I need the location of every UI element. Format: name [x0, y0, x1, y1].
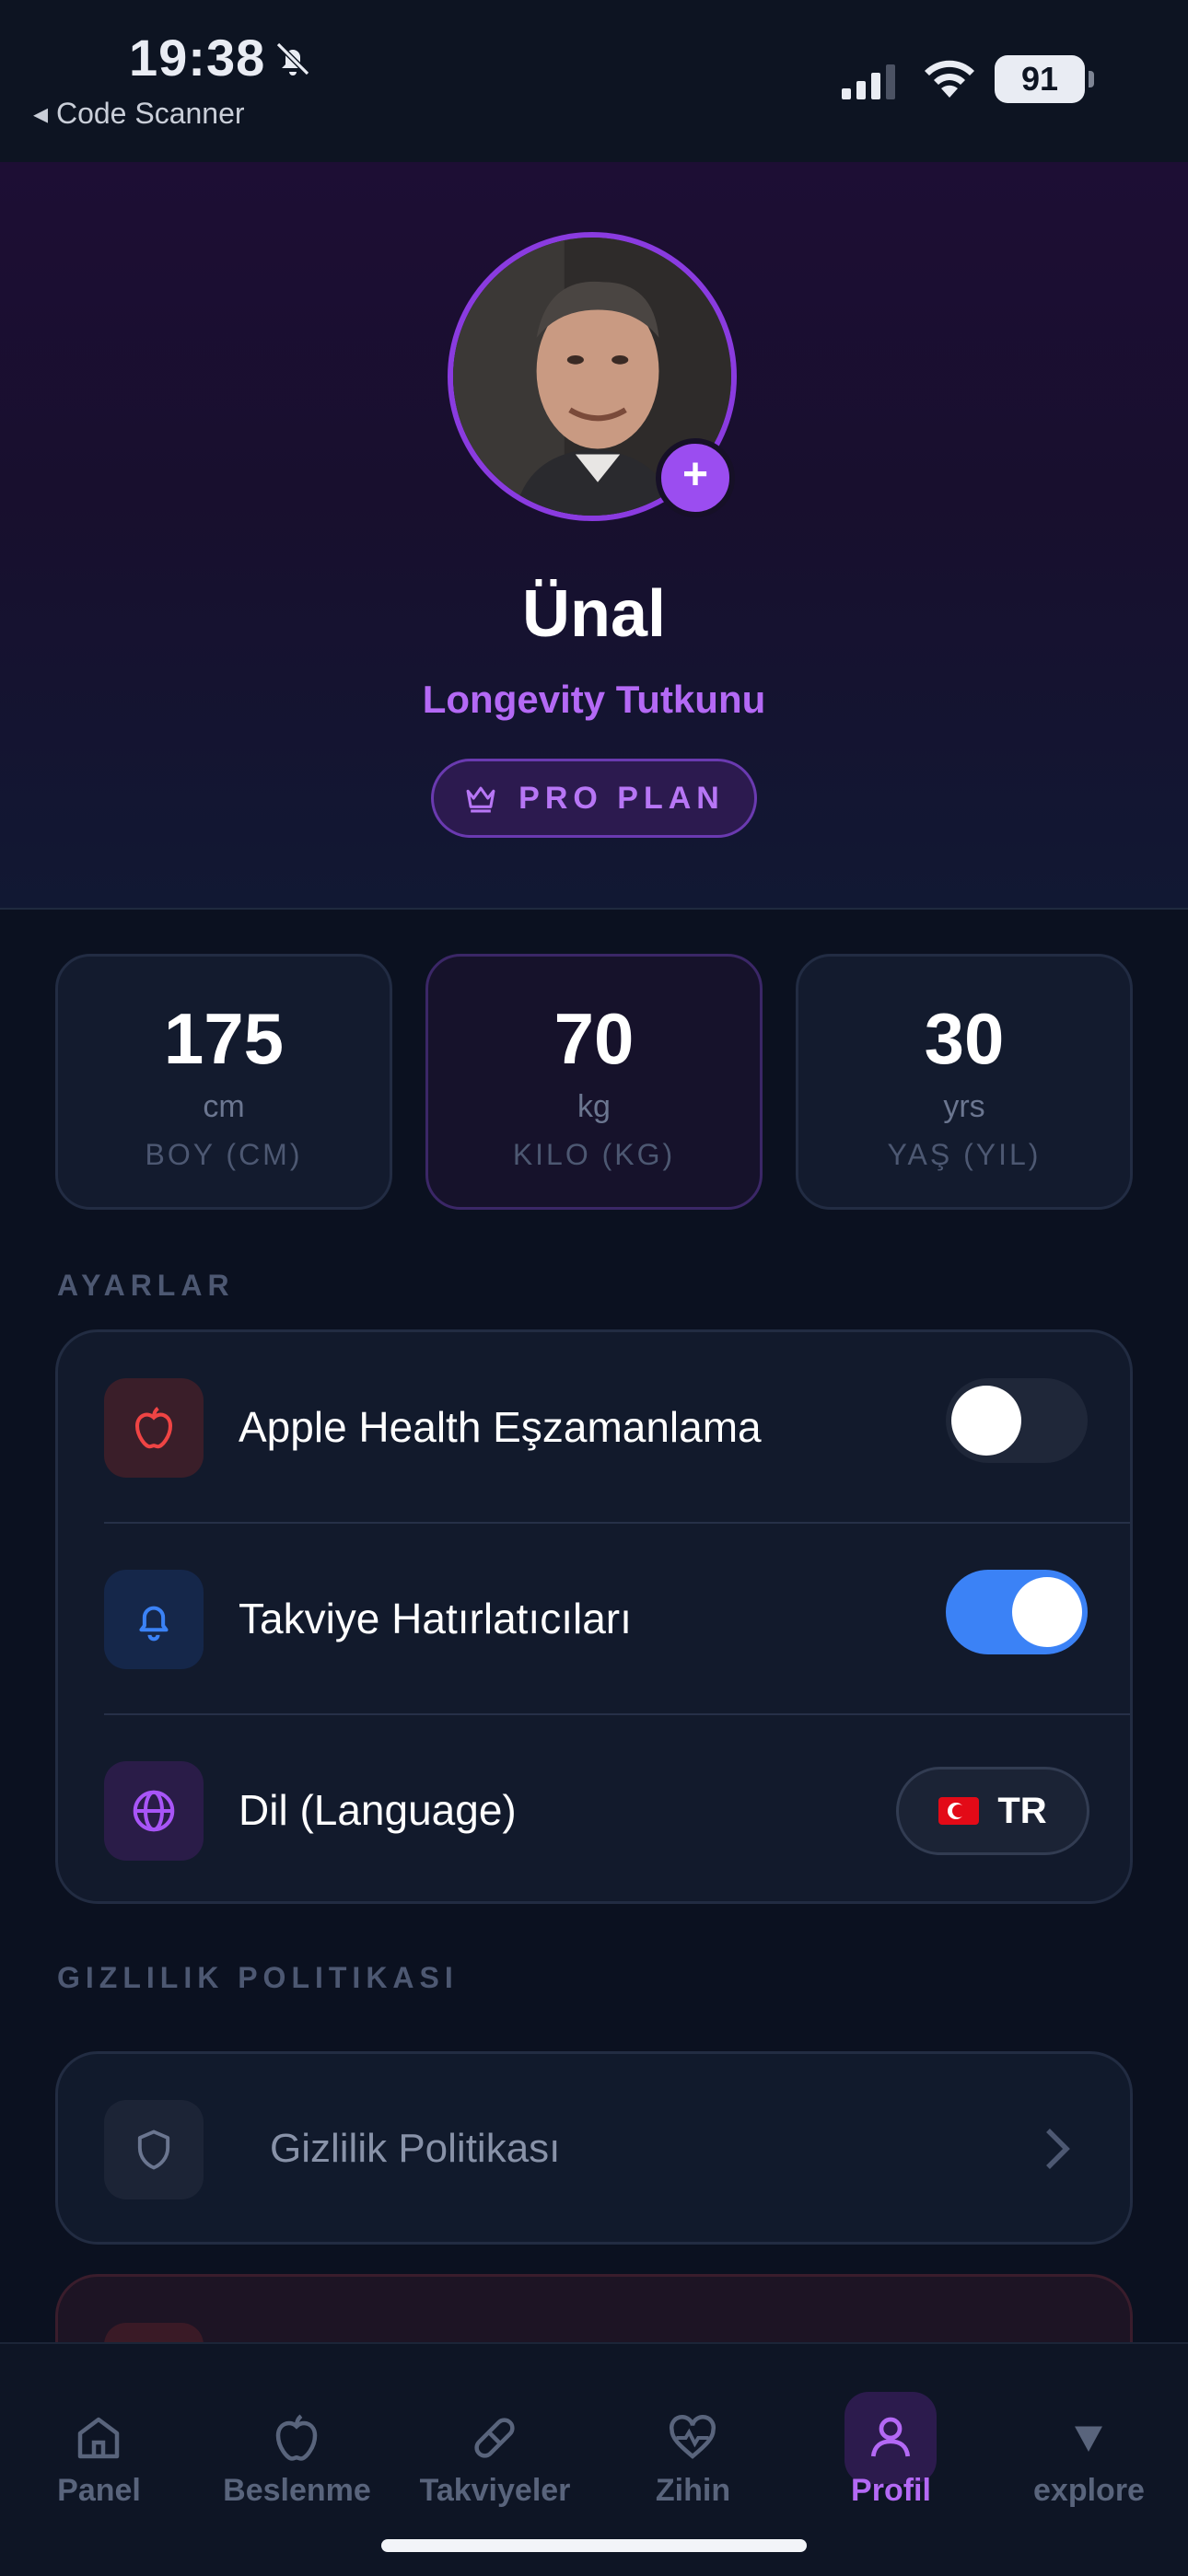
tab-takviyeler-label: Takviyeler [419, 2473, 571, 2508]
privacy-policy-label: Gizlilik Politikası [270, 2126, 561, 2171]
tab-profil-label: Profil [851, 2473, 931, 2508]
toggle-knob [951, 1386, 1021, 1456]
stat-weight-unit: kg [577, 1089, 611, 1124]
chevron-right-icon [1046, 2129, 1070, 2169]
profile-name: Ünal [521, 577, 667, 651]
pro-plan-label: PRO PLAN [518, 780, 725, 816]
tab-zihin[interactable]: Zihin [594, 2344, 792, 2528]
stat-height-value: 175 [163, 998, 285, 1079]
status-bar: 19:38 ◂ Code Scanner 91 [0, 0, 1188, 162]
status-time: 19:38 [129, 29, 266, 87]
tab-takviyeler[interactable]: Takviyeler [396, 2344, 594, 2528]
battery-indicator: 91 [995, 55, 1094, 103]
language-code: TR [997, 1790, 1047, 1831]
stat-age-label: YAŞ (YIL) [887, 1138, 1042, 1171]
stat-weight-label: KILO (KG) [512, 1138, 676, 1171]
setting-language[interactable]: Dil (Language) TR [58, 1715, 1130, 1905]
tab-beslenme[interactable]: Beslenme [198, 2344, 396, 2528]
back-to-app-link[interactable]: ◂ Code Scanner [33, 96, 245, 131]
bell-muted-icon [275, 41, 310, 76]
privacy-section-title: GIZLILIK POLITIKASI [57, 1961, 459, 1994]
stat-height-label: BOY (CM) [145, 1138, 303, 1171]
home-icon [52, 2392, 145, 2484]
home-indicator[interactable] [381, 2539, 807, 2552]
user-icon [844, 2392, 937, 2484]
pill-icon [448, 2392, 541, 2484]
globe-icon [104, 1761, 204, 1861]
profile-header: + Ünal Longevity Tutkunu PRO PLAN [0, 162, 1188, 910]
setting-language-label: Dil (Language) [239, 1786, 517, 1834]
add-photo-button[interactable]: + [656, 438, 735, 517]
tab-zihin-label: Zihin [655, 2473, 731, 2508]
tab-explore-label: explore [1033, 2473, 1145, 2508]
setting-apple-health-label: Apple Health Eşzamanlama [239, 1403, 762, 1451]
signal-icon [842, 64, 895, 99]
heart-pulse-icon [646, 2392, 739, 2484]
profile-subtitle: Longevity Tutkunu [422, 678, 766, 721]
language-selector[interactable]: TR [896, 1767, 1089, 1855]
settings-section-title: AYARLAR [57, 1269, 235, 1302]
apple-icon [104, 1378, 204, 1478]
tab-panel[interactable]: Panel [0, 2344, 198, 2528]
apple-icon [250, 2392, 343, 2484]
stat-weight-value: 70 [553, 998, 635, 1079]
wifi-icon [925, 60, 974, 98]
stat-weight[interactable]: 70 kg KILO (KG) [425, 954, 763, 1210]
stat-height[interactable]: 175 cm BOY (CM) [55, 954, 392, 1210]
triangle-down-icon [1042, 2392, 1135, 2484]
setting-apple-health[interactable]: Apple Health Eşzamanlama [58, 1332, 1130, 1522]
apple-health-toggle[interactable] [946, 1378, 1088, 1463]
pro-plan-badge[interactable]: PRO PLAN [431, 759, 757, 838]
stat-height-unit: cm [203, 1089, 245, 1124]
turkey-flag-icon [938, 1797, 980, 1825]
privacy-policy-row[interactable]: Gizlilik Politikası [55, 2051, 1133, 2245]
stat-age[interactable]: 30 yrs YAŞ (YIL) [796, 954, 1133, 1210]
tab-profil[interactable]: Profil [792, 2344, 990, 2528]
setting-reminders-label: Takviye Hatırlatıcıları [239, 1595, 632, 1642]
bell-icon [104, 1570, 204, 1669]
stat-age-unit: yrs [943, 1089, 985, 1124]
setting-reminders[interactable]: Takviye Hatırlatıcıları [58, 1524, 1130, 1713]
settings-card: Apple Health Eşzamanlama Takviye Hatırla… [55, 1329, 1133, 1904]
tab-panel-label: Panel [57, 2473, 141, 2508]
crown-icon [466, 786, 495, 813]
reminders-toggle[interactable] [946, 1570, 1088, 1654]
toggle-knob [1012, 1577, 1082, 1647]
tab-explore[interactable]: explore [990, 2344, 1188, 2528]
tab-beslenme-label: Beslenme [223, 2473, 371, 2508]
shield-icon [104, 2100, 204, 2199]
stat-age-value: 30 [924, 998, 1005, 1079]
